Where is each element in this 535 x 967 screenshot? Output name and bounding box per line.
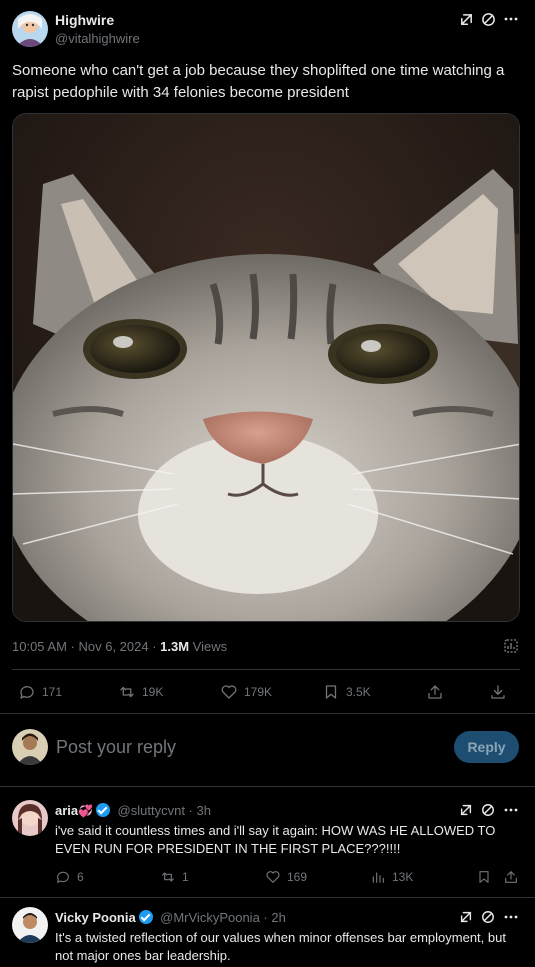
block-icon[interactable] bbox=[480, 11, 496, 27]
bookmark-icon bbox=[479, 871, 489, 883]
like-count: 169 bbox=[287, 870, 308, 884]
verified-badge-icon bbox=[138, 910, 153, 924]
block-icon[interactable] bbox=[480, 802, 496, 818]
reply-header: Vicky Poonia @MrVickyPoonia · 2h bbox=[55, 909, 286, 927]
divider bbox=[0, 713, 535, 714]
views-count: 13K bbox=[392, 870, 414, 884]
reply-author-handle[interactable]: @sluttycvnt · 3h bbox=[118, 803, 211, 818]
reply-icon bbox=[57, 871, 69, 883]
heart-icon bbox=[221, 685, 237, 699]
reply-text: i've said it countless times and i'll sa… bbox=[55, 823, 496, 856]
repost-metric[interactable]: 19K bbox=[118, 683, 163, 701]
divider bbox=[12, 669, 520, 670]
post-image[interactable] bbox=[12, 113, 520, 622]
user-avatar[interactable] bbox=[12, 729, 48, 765]
divider bbox=[0, 786, 535, 787]
bookmark-metric[interactable] bbox=[476, 869, 492, 885]
author-handle[interactable]: @vitalhighwire bbox=[55, 31, 140, 46]
grok-icon[interactable] bbox=[458, 909, 474, 925]
download-button[interactable] bbox=[489, 683, 507, 701]
like-metric[interactable]: 169 bbox=[265, 869, 307, 885]
more-icon[interactable] bbox=[503, 11, 519, 27]
post-text: Someone who can't get a job because they… bbox=[12, 62, 505, 101]
reply-author-handle[interactable]: @MrVickyPoonia · 2h bbox=[160, 910, 286, 925]
like-count: 179K bbox=[244, 685, 273, 699]
repost-icon bbox=[162, 872, 174, 882]
reply-author-name[interactable]: aria bbox=[55, 803, 78, 818]
cat-photo bbox=[13, 114, 519, 621]
views-count: 1.3M bbox=[160, 639, 190, 654]
reply-author-name[interactable]: Vicky Poonia bbox=[55, 910, 136, 925]
post-timestamp-line: 10:05 AM · Nov 6, 2024 · 1.3M Views bbox=[12, 639, 227, 654]
bookmark-icon bbox=[325, 685, 337, 699]
reply-text: It's a twisted reflection of our values … bbox=[55, 930, 506, 963]
bookmark-count: 3.5K bbox=[346, 685, 371, 699]
download-icon bbox=[491, 685, 505, 699]
reply-count: 6 bbox=[77, 870, 84, 884]
share-button[interactable] bbox=[426, 683, 444, 701]
analytics-icon[interactable] bbox=[502, 637, 520, 655]
post-timestamp[interactable]: 10:05 AM · Nov 6, 2024 · bbox=[12, 639, 160, 654]
bookmark-metric[interactable]: 3.5K bbox=[322, 683, 371, 701]
author-name[interactable]: Highwire bbox=[55, 12, 114, 28]
reply-metric[interactable]: 6 bbox=[55, 869, 84, 885]
grok-icon[interactable] bbox=[458, 11, 474, 27]
repost-count: 1 bbox=[182, 870, 189, 884]
more-icon[interactable] bbox=[503, 909, 519, 925]
views-metric[interactable]: 13K bbox=[370, 869, 413, 885]
views-label: Views bbox=[192, 639, 228, 654]
like-metric[interactable]: 179K bbox=[220, 683, 272, 701]
views-icon bbox=[372, 872, 384, 883]
reply-metric[interactable]: 171 bbox=[18, 683, 62, 701]
share-icon bbox=[428, 685, 442, 699]
reply-input[interactable]: Post your reply bbox=[56, 737, 176, 758]
reply-button[interactable]: Reply bbox=[454, 731, 519, 763]
heart-emoji: 💞 bbox=[78, 804, 94, 818]
repost-icon bbox=[120, 686, 134, 698]
divider bbox=[0, 897, 535, 898]
share-icon bbox=[505, 871, 517, 883]
share-button[interactable] bbox=[503, 869, 519, 885]
reply-avatar[interactable] bbox=[12, 800, 48, 836]
heart-icon bbox=[266, 871, 280, 883]
repost-metric[interactable]: 1 bbox=[160, 869, 189, 885]
reply-header: aria💞 @sluttycvnt · 3h bbox=[55, 802, 211, 820]
reply-count: 171 bbox=[42, 685, 63, 699]
grok-icon[interactable] bbox=[458, 802, 474, 818]
more-icon[interactable] bbox=[503, 802, 519, 818]
reply-avatar[interactable] bbox=[12, 907, 48, 943]
reply-icon bbox=[20, 686, 34, 699]
repost-count: 19K bbox=[142, 685, 164, 699]
verified-badge-icon bbox=[96, 803, 111, 817]
block-icon[interactable] bbox=[480, 909, 496, 925]
author-avatar[interactable] bbox=[12, 11, 48, 47]
